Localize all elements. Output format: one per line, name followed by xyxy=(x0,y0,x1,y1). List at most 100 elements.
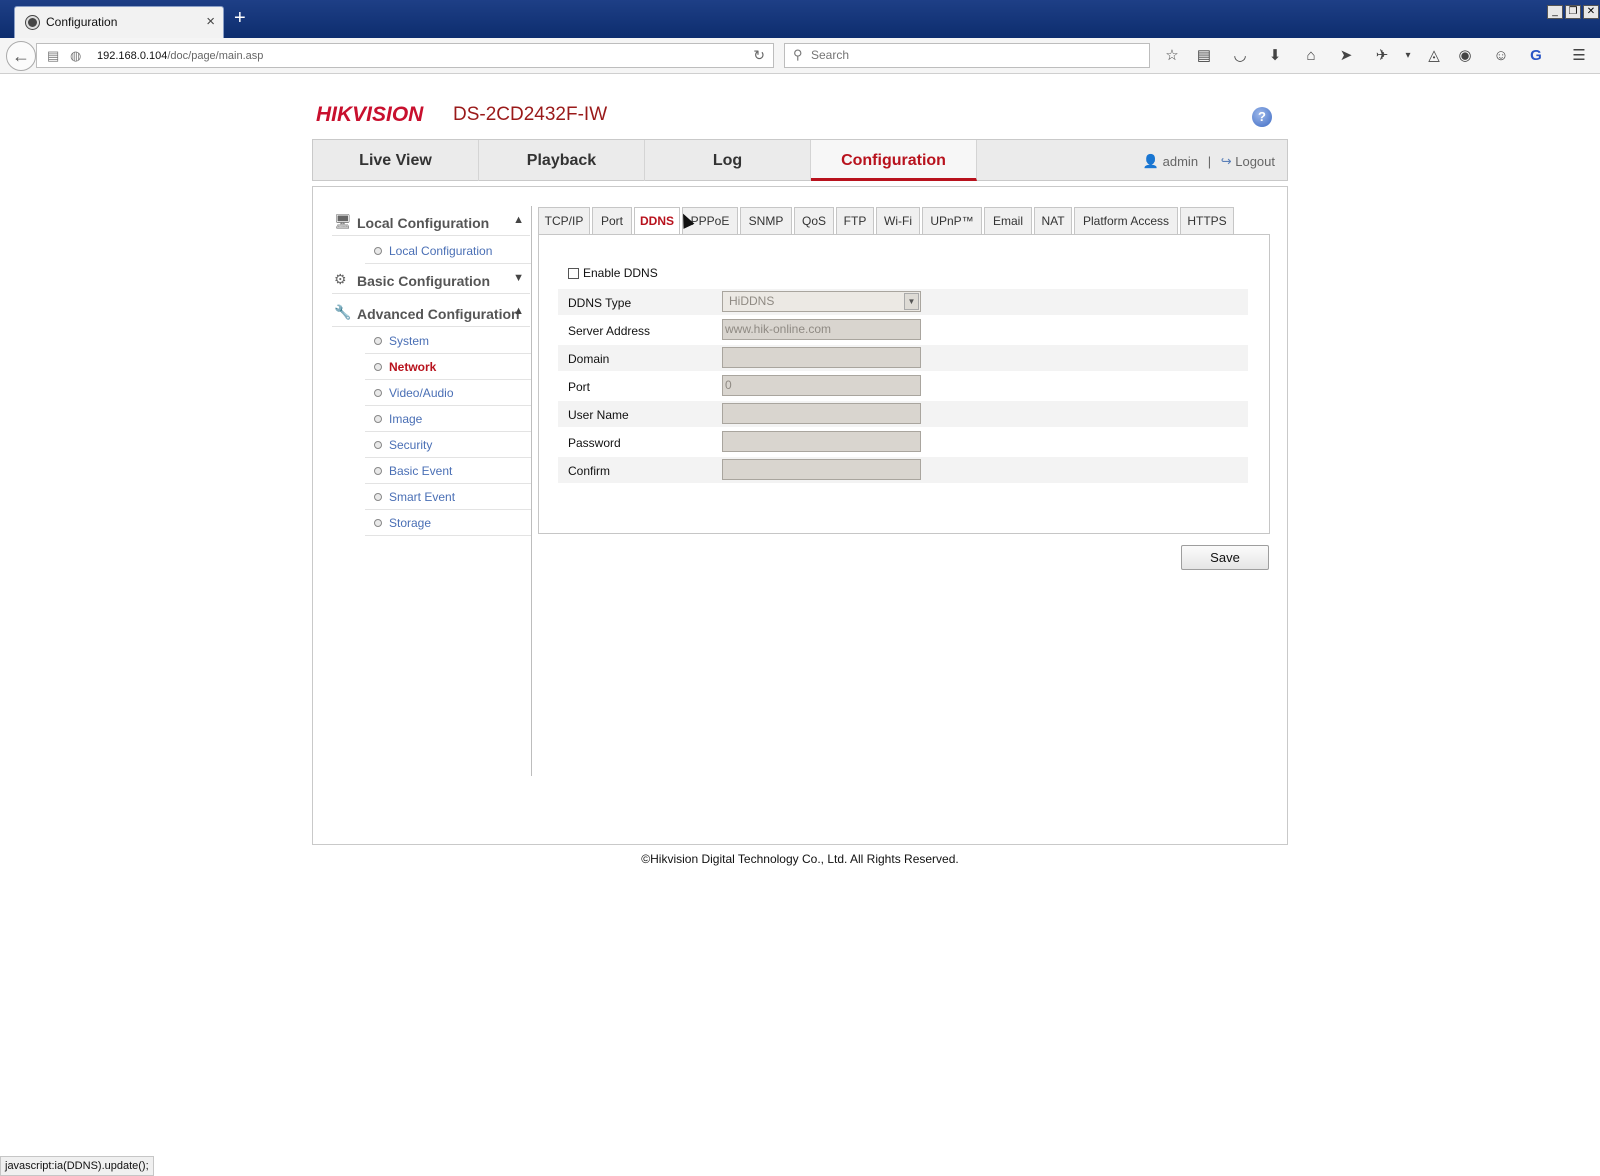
tab-log[interactable]: Log xyxy=(645,140,811,181)
search-input[interactable] xyxy=(811,48,1131,62)
bullet-icon xyxy=(374,247,382,255)
browser-tab[interactable]: Configuration × xyxy=(14,6,224,38)
subtab-snmp[interactable]: SNMP xyxy=(740,207,792,234)
sidebar-item-label: Network xyxy=(389,360,437,374)
chevron-up-icon: ▲ xyxy=(513,214,524,226)
password-row: Password xyxy=(558,429,1248,455)
chat-icon[interactable]: ☺ xyxy=(1491,46,1511,66)
logout-link[interactable]: Logout xyxy=(1235,154,1275,169)
subtab-nat[interactable]: NAT xyxy=(1034,207,1072,234)
subtab-platform-access[interactable]: Platform Access xyxy=(1074,207,1178,234)
extension-icon[interactable]: ✈ xyxy=(1372,46,1392,66)
search-bar[interactable]: ⚲ xyxy=(784,43,1150,68)
subtab-email[interactable]: Email xyxy=(984,207,1032,234)
gear-icon: ⚙ xyxy=(334,271,347,287)
url-host: 192.168.0.104 xyxy=(97,50,168,62)
ddns-type-label: DDNS Type xyxy=(568,296,632,310)
restore-button[interactable]: ❐ xyxy=(1565,5,1581,19)
enable-ddns-checkbox[interactable]: Enable DDNS xyxy=(568,266,658,280)
url-text[interactable]: 192.168.0.104/doc/page/main.asp xyxy=(97,50,263,62)
sidebar-item-storage[interactable]: Storage xyxy=(365,510,531,536)
tab-live-view[interactable]: Live View xyxy=(313,140,479,181)
menu-icon[interactable]: ☰ xyxy=(1569,46,1589,66)
sidebar-item-network[interactable]: Network xyxy=(365,354,531,380)
close-tab-icon[interactable]: × xyxy=(206,13,215,30)
wrench-icon: 🔧 xyxy=(334,304,352,320)
sidebar-item-basic-event[interactable]: Basic Event xyxy=(365,458,531,484)
sidebar-section-basic-configuration[interactable]: ⚙ Basic Configuration ▼ xyxy=(332,264,530,294)
camera-favicon-icon xyxy=(26,16,39,29)
download-icon[interactable]: ⬇ xyxy=(1265,46,1285,66)
sidebar-section-local-configuration[interactable]: 🖥 Local Configuration ▲ xyxy=(332,206,530,236)
ddns-type-select[interactable]: HiDDNS ▼ xyxy=(722,291,921,312)
history-icon[interactable]: ◉ xyxy=(1455,46,1475,66)
server-address-row: Server Address www.hik-online.com xyxy=(558,317,1248,343)
user-name-label: User Name xyxy=(568,408,629,422)
send-icon[interactable]: ➤ xyxy=(1336,46,1356,66)
server-address-input[interactable]: www.hik-online.com xyxy=(722,319,921,340)
google-icon[interactable]: G xyxy=(1526,46,1546,66)
logout-icon[interactable]: ↪ xyxy=(1221,154,1232,169)
user-name-row: User Name xyxy=(558,401,1248,427)
subtab-qos[interactable]: QoS xyxy=(794,207,834,234)
browser-titlebar: Configuration × + _ ❐ ✕ xyxy=(0,0,1600,38)
sidebar-section-label: Advanced Configuration xyxy=(357,306,520,322)
dropdown-arrow-icon[interactable]: ▼ xyxy=(904,293,919,310)
url-bar[interactable]: ▤ ◍ 192.168.0.104/doc/page/main.asp ↻ xyxy=(36,43,774,68)
tab-playback[interactable]: Playback xyxy=(479,140,645,181)
new-tab-button[interactable]: + xyxy=(234,8,246,28)
subtab-port[interactable]: Port xyxy=(592,207,632,234)
domain-input[interactable] xyxy=(722,347,921,368)
sync-icon[interactable]: ◬ xyxy=(1424,46,1444,66)
sidebar-item-smart-event[interactable]: Smart Event xyxy=(365,484,531,510)
user-icon: 👤 xyxy=(1142,153,1160,169)
browser-tab-title: Configuration xyxy=(46,15,118,29)
password-input[interactable] xyxy=(722,431,921,452)
browser-status-bar: javascript:ia(DDNS).update(); xyxy=(0,1156,154,1176)
help-button[interactable]: ? xyxy=(1252,107,1272,127)
site-info-icon[interactable]: ◍ xyxy=(70,48,81,64)
sidebar-item-label: Basic Event xyxy=(389,464,453,478)
bullet-icon xyxy=(374,415,382,423)
confirm-input[interactable] xyxy=(722,459,921,480)
sidebar-section-advanced-configuration[interactable]: 🔧 Advanced Configuration ▲ xyxy=(332,297,530,327)
subtab-wifi[interactable]: Wi-Fi xyxy=(876,207,920,234)
subtab-https[interactable]: HTTPS xyxy=(1180,207,1234,234)
sidebar-item-local-configuration[interactable]: Local Configuration xyxy=(365,238,531,264)
reading-list-icon[interactable]: ▤ xyxy=(1194,46,1214,66)
sidebar-item-security[interactable]: Security xyxy=(365,432,531,458)
sidebar-item-video-audio[interactable]: Video/Audio xyxy=(365,380,531,406)
page-list-icon[interactable]: ▤ xyxy=(47,48,59,64)
ddns-type-row: DDNS Type HiDDNS ▼ xyxy=(558,289,1248,315)
main-navigation: Live View Playback Log Configuration 👤 a… xyxy=(312,139,1288,181)
checkbox-box[interactable] xyxy=(568,268,579,280)
subtab-ddns[interactable]: DDNS xyxy=(634,207,680,235)
star-icon[interactable]: ☆ xyxy=(1162,46,1182,66)
close-window-button[interactable]: ✕ xyxy=(1583,5,1599,19)
pocket-icon[interactable]: ◡ xyxy=(1230,46,1250,66)
dropdown-icon[interactable]: ▾ xyxy=(1398,46,1418,66)
sidebar-item-image[interactable]: Image xyxy=(365,406,531,432)
confirm-label: Confirm xyxy=(568,464,611,478)
bullet-icon xyxy=(374,493,382,501)
user-name-input[interactable] xyxy=(722,403,921,424)
port-row: Port 0 xyxy=(558,373,1248,399)
sidebar-item-label: Smart Event xyxy=(389,490,456,504)
home-icon[interactable]: ⌂ xyxy=(1301,46,1321,66)
back-arrow-icon: ← xyxy=(12,46,30,66)
sidebar-item-system[interactable]: System xyxy=(365,328,531,354)
minimize-button[interactable]: _ xyxy=(1547,5,1563,19)
save-button[interactable]: Save xyxy=(1181,545,1269,570)
bullet-icon xyxy=(374,363,382,371)
server-address-label: Server Address xyxy=(568,324,651,338)
reload-icon[interactable]: ↻ xyxy=(753,47,765,64)
sidebar-item-label: System xyxy=(389,334,430,348)
bullet-icon xyxy=(374,467,382,475)
subtab-upnp[interactable]: UPnP™ xyxy=(922,207,982,234)
tab-configuration[interactable]: Configuration xyxy=(811,140,977,181)
back-button[interactable]: ← xyxy=(6,41,36,71)
subtab-tcp-ip[interactable]: TCP/IP xyxy=(538,207,590,234)
username: admin xyxy=(1162,154,1199,170)
subtab-ftp[interactable]: FTP xyxy=(836,207,874,234)
port-input[interactable]: 0 xyxy=(722,375,921,396)
